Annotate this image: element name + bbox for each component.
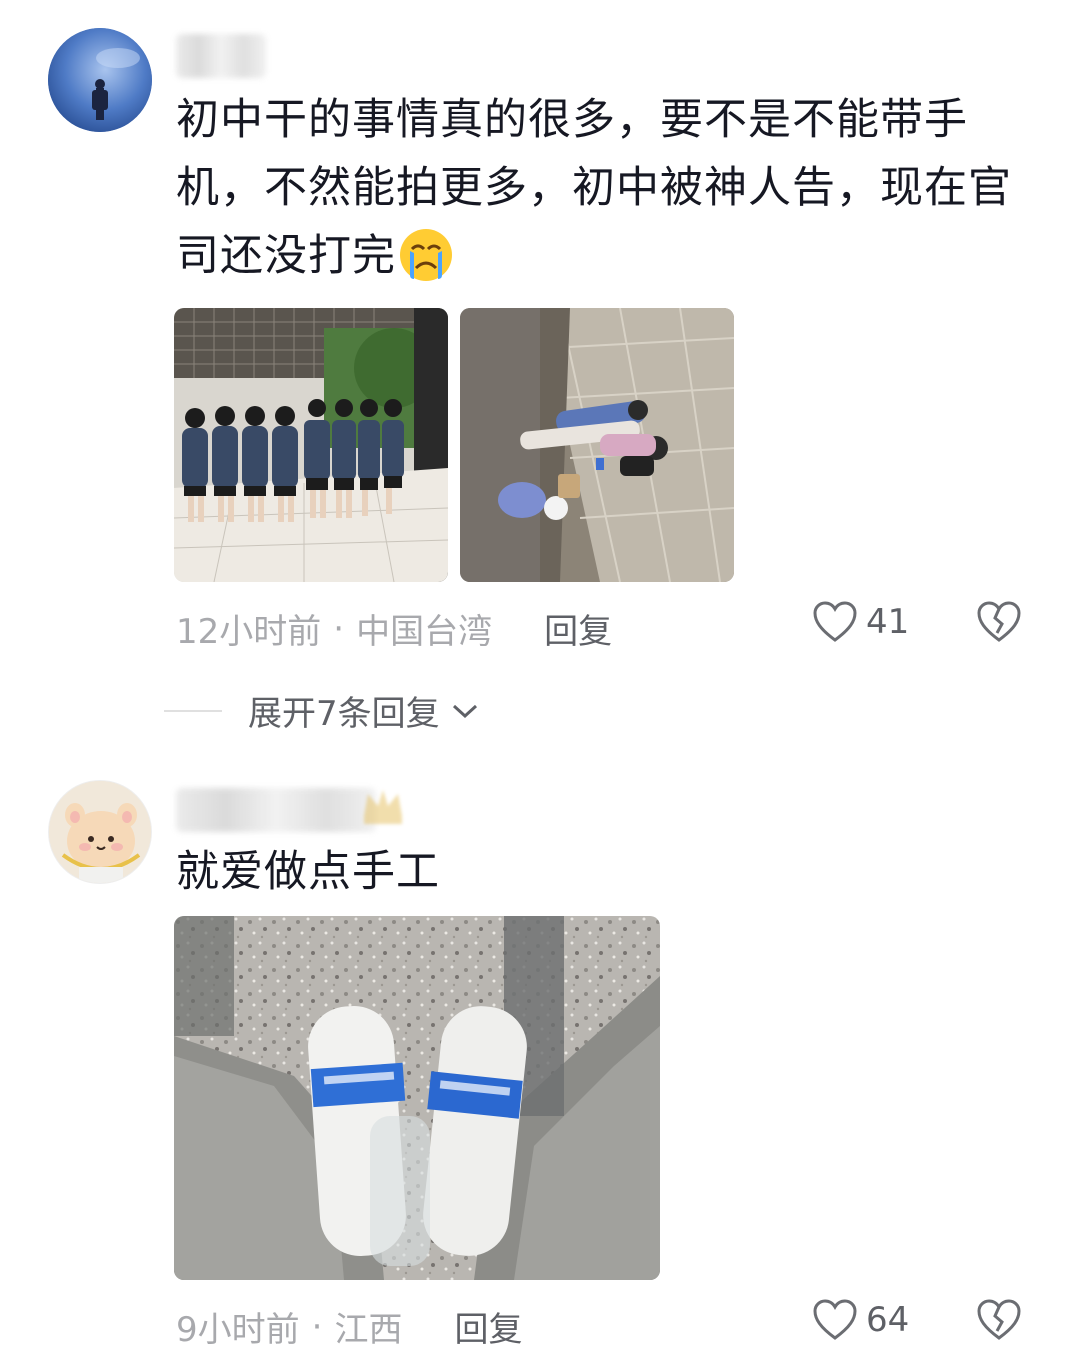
expand-replies-label: 展开7条回复 bbox=[248, 694, 440, 734]
broken-heart-icon bbox=[977, 1299, 1021, 1340]
comment-item: 就爱做点手工 9小时前 · 江西 回复 64 bbox=[0, 760, 1080, 1368]
meta-separator: · bbox=[311, 1306, 323, 1347]
comment-text: 初中干的事情真的很多，要不是不能带手机，不然能拍更多，初中被神人告，现在官司还没… bbox=[176, 95, 1012, 283]
dislike-button[interactable] bbox=[976, 600, 1022, 648]
comment-meta: 9小时前 · 江西 回复 bbox=[176, 1302, 522, 1351]
username-blurred[interactable] bbox=[176, 788, 376, 832]
expand-replies[interactable]: 展开7条回复 bbox=[164, 686, 480, 735]
divider-line bbox=[164, 709, 222, 712]
avatar[interactable] bbox=[48, 28, 152, 132]
comment-meta: 12小时前 · 中国台湾 回复 bbox=[176, 604, 612, 653]
comment-location: 中国台湾 bbox=[356, 612, 493, 652]
comment-image-1[interactable] bbox=[174, 916, 660, 1280]
reply-button[interactable]: 回复 bbox=[454, 1302, 522, 1351]
comment-time: 12小时前 bbox=[176, 612, 322, 652]
like-button[interactable]: 64 bbox=[812, 1298, 909, 1342]
username-blurred[interactable] bbox=[176, 34, 266, 78]
comment-item: 初中干的事情真的很多，要不是不能带手机，不然能拍更多，初中被神人告，现在官司还没… bbox=[0, 0, 1080, 760]
meta-separator: · bbox=[333, 608, 345, 649]
like-button[interactable]: 41 bbox=[812, 600, 909, 644]
like-count: 41 bbox=[866, 602, 910, 642]
comment-text: 就爱做点手工 bbox=[176, 847, 440, 897]
reply-button[interactable]: 回复 bbox=[544, 604, 612, 653]
heart-outline-icon bbox=[813, 601, 857, 642]
crying-face-icon bbox=[398, 227, 454, 283]
dislike-button[interactable] bbox=[976, 1298, 1022, 1346]
avatar[interactable] bbox=[48, 780, 152, 884]
comment-image-2[interactable] bbox=[460, 308, 734, 582]
like-count: 64 bbox=[866, 1300, 910, 1340]
heart-outline-icon bbox=[813, 1299, 857, 1340]
crown-icon bbox=[364, 790, 402, 824]
chevron-down-icon bbox=[452, 704, 477, 718]
comment-image-1[interactable] bbox=[174, 308, 448, 582]
broken-heart-icon bbox=[977, 601, 1021, 642]
comment-location: 江西 bbox=[334, 1310, 403, 1350]
comment-time: 9小时前 bbox=[176, 1310, 300, 1350]
